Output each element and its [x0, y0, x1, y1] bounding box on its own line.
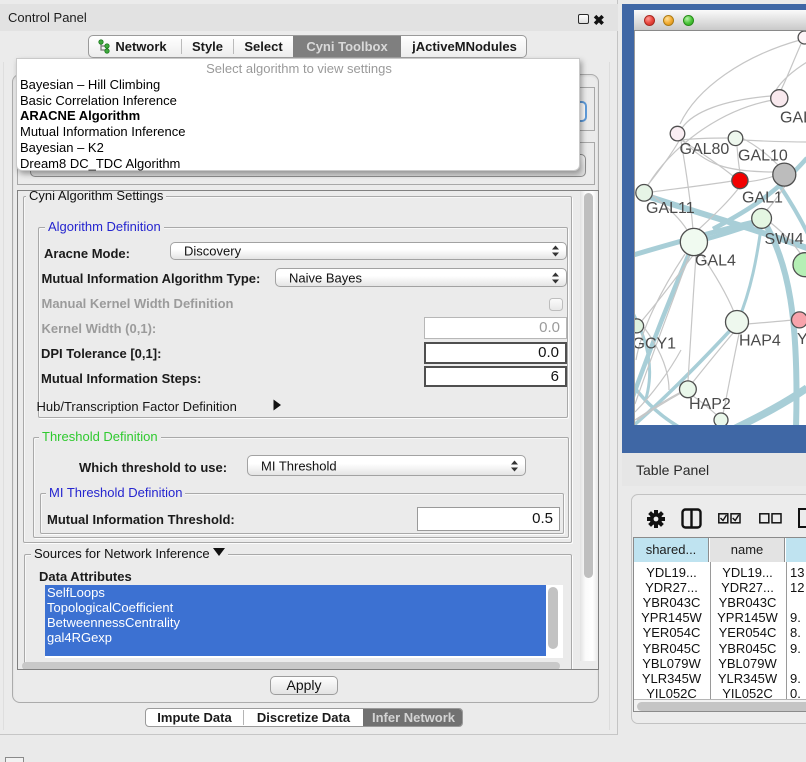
svg-text:HAP4: HAP4	[739, 333, 781, 350]
svg-text:GAL4: GAL4	[695, 253, 736, 270]
svg-text:HAP2: HAP2	[689, 396, 731, 413]
svg-text:GAL80: GAL80	[680, 141, 730, 158]
svg-text:Y: Y	[797, 331, 806, 348]
svg-text:GAL7: GAL7	[780, 110, 806, 127]
svg-text:SWI4: SWI4	[765, 231, 804, 248]
svg-text:GAL11: GAL11	[646, 200, 695, 217]
svg-text:GAL1: GAL1	[742, 190, 783, 207]
svg-text:GAL10: GAL10	[738, 148, 788, 165]
svg-text:GCY1: GCY1	[635, 336, 676, 353]
